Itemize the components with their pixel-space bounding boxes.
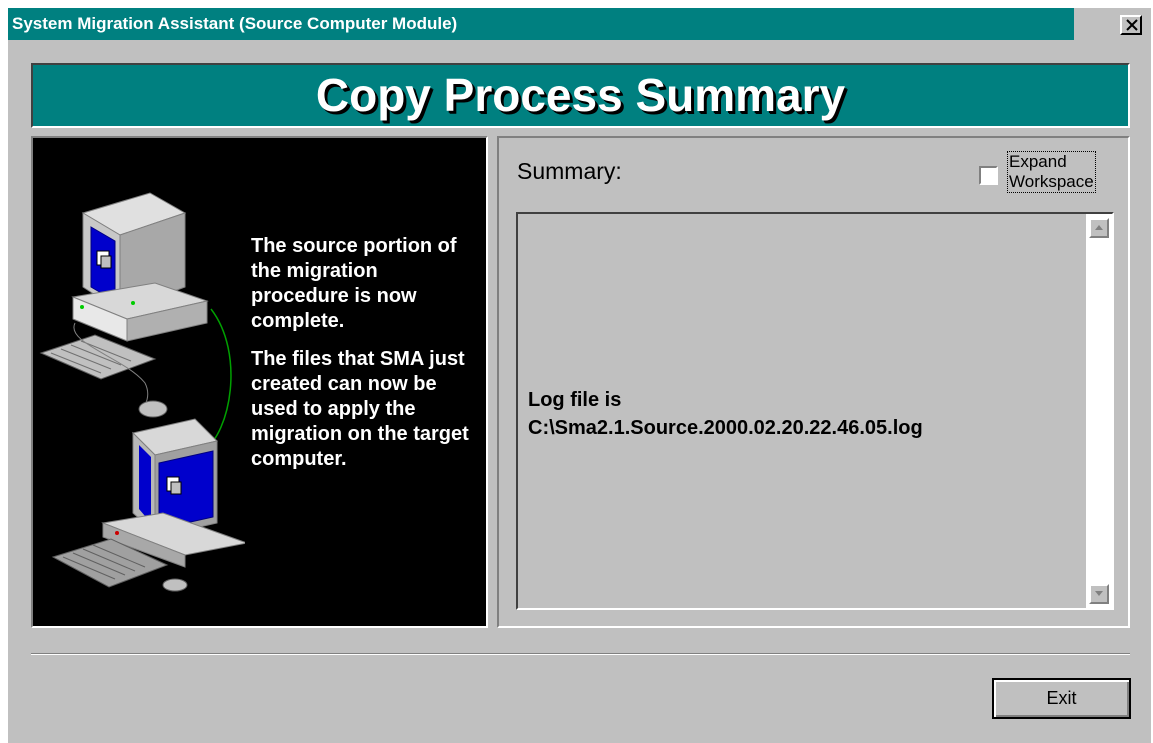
close-button[interactable] [1120,15,1142,35]
summary-log-textbox[interactable]: Log file is C:\Sma2.1.Source.2000.02.20.… [516,212,1114,610]
page-title: Copy Process Summary [315,69,846,121]
log-line-1: Log file is [528,389,622,411]
title-bar: System Migration Assistant (Source Compu… [8,8,1074,40]
summary-panel: Summary: Expand Workspace Log file is C:… [497,136,1130,628]
log-file-path: C:\Sma2.1.Source.2000.02.20.22.46.05.log [528,417,923,439]
window-title: System Migration Assistant (Source Compu… [12,14,458,33]
arrow-up-icon [1095,225,1103,230]
dialog-window: System Migration Assistant (Source Compu… [8,8,1151,743]
computers-illustration [39,192,245,592]
completion-message: The source portion of the migration proc… [251,235,457,332]
footer-divider [31,653,1130,655]
status-message: The source portion of the migration proc… [251,234,481,485]
arrow-down-icon [1095,591,1103,596]
next-step-message: The files that SMA just created can now … [251,348,469,470]
expand-workspace-label[interactable]: Expand Workspace [1007,151,1096,193]
scroll-down-button[interactable] [1089,584,1109,604]
expand-label-line1: Expand [1009,152,1067,171]
vertical-scrollbar[interactable] [1086,214,1112,608]
illustration-panel: The source portion of the migration proc… [31,136,488,628]
log-text: Log file is C:\Sma2.1.Source.2000.02.20.… [528,386,923,442]
close-icon [1126,19,1138,31]
scroll-up-button[interactable] [1089,218,1109,238]
exit-button[interactable]: Exit [992,678,1131,719]
expand-label-line2: Workspace [1009,172,1094,191]
expand-workspace-checkbox[interactable] [979,166,998,185]
summary-label: Summary: [517,158,622,184]
header-banner: Copy Process Summary [31,63,1130,128]
